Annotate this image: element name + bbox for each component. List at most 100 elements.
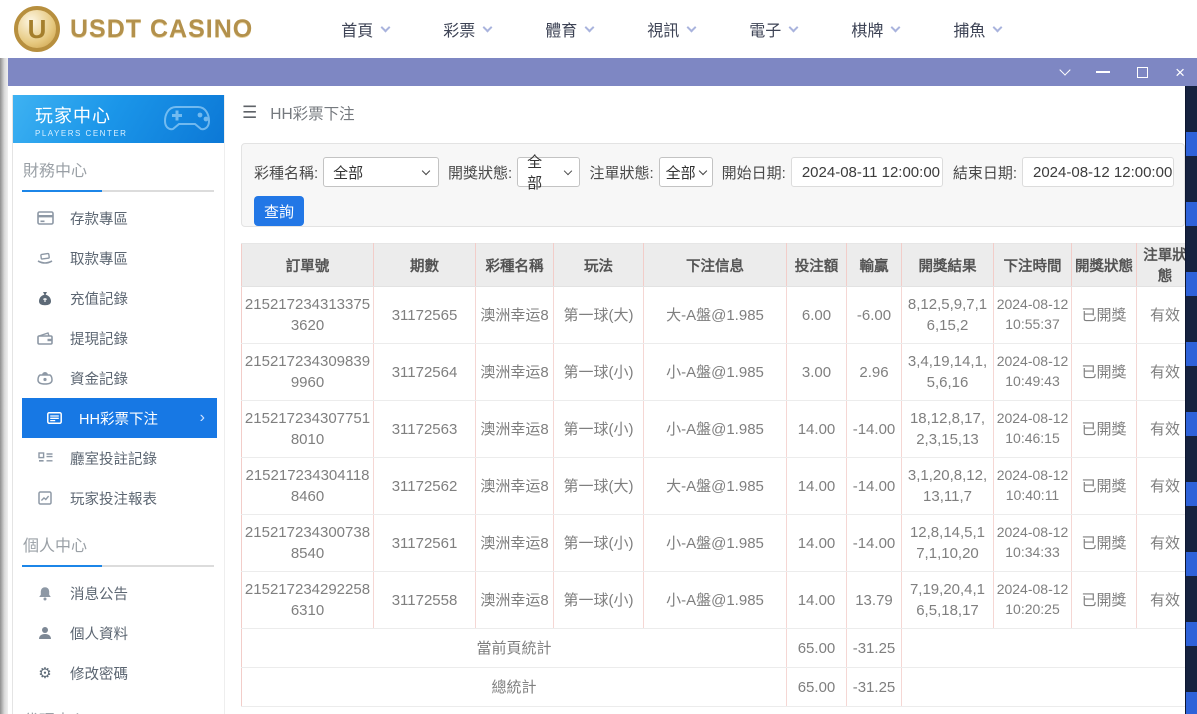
chevron-down-icon [698,166,706,174]
total-summary-row: 總統計 65.00 -31.25 [242,668,1194,707]
draw-status-select[interactable]: 全部 [517,157,580,187]
minimize-icon [1096,71,1110,73]
order-status-select[interactable]: 全部 [659,157,713,187]
sidebar-item-announcements[interactable]: 消息公告 [13,573,224,613]
chevron-down-icon [993,22,1003,32]
window-maximize-button[interactable] [1137,67,1148,78]
sidebar: 玩家中心 PLAYERS CENTER 財務中心 存款專區 取款專區 充值記錄 … [12,95,225,714]
logo-coin-icon: U [14,6,60,52]
col-win-loss: 輸贏 [847,244,902,287]
players-center-window: 玩家中心 PLAYERS CENTER 財務中心 存款專區 取款專區 充值記錄 … [8,86,1197,714]
sidebar-item-deposit[interactable]: 存款專區 [13,198,224,238]
sidebar-item-withdrawal-records[interactable]: 提現記錄 [13,318,224,358]
usdt-casino-logo: U USDT CASINO [14,6,253,52]
sidebar-item-hh-lottery-bets[interactable]: HH彩票下注 › [22,398,217,438]
deposit-card-icon [36,211,54,225]
table-row: 215217234307751801031172563澳洲幸运8第一球(小)小-… [242,401,1194,458]
lottery-bet-icon [45,412,63,424]
room-bet-record-icon [36,452,54,465]
chevron-down-icon [585,22,595,32]
sidebar-item-change-password[interactable]: ⚙ 修改密碼 [13,653,224,693]
sidebar-item-withdraw[interactable]: 取款專區 [13,238,224,278]
col-play-type: 玩法 [554,244,644,287]
col-draw-result: 開獎結果 [902,244,994,287]
page-edge-strip [0,58,8,714]
nav-item-fishing[interactable]: 捕魚 [953,17,1001,41]
window-minimize-button[interactable] [1096,71,1110,73]
nav-item-lottery[interactable]: 彩票 [443,17,491,41]
bell-icon [36,586,54,601]
col-bet-amount: 投注額 [787,244,847,287]
chevron-down-icon [422,166,430,174]
main-content: ☰ HH彩票下注 彩種名稱: 全部 開獎狀態: 全部 注單狀態: 全部 開始日期… [233,86,1185,714]
breadcrumb: ☰ HH彩票下注 [233,86,1185,124]
logo-monogram: U [28,14,47,45]
chevron-down-icon [687,22,697,32]
table-header-row: 訂單號 期數 彩種名稱 玩法 下注信息 投注額 輸贏 開獎結果 下注時間 開獎狀… [242,244,1194,287]
bets-table: 訂單號 期數 彩種名稱 玩法 下注信息 投注額 輸贏 開獎結果 下注時間 開獎狀… [241,243,1194,707]
nav-item-chess[interactable]: 棋牌 [851,17,899,41]
filter-panel: 彩種名稱: 全部 開獎狀態: 全部 注單狀態: 全部 開始日期: 2024-08… [241,143,1185,227]
sidebar-item-fund-records[interactable]: 資金記錄 [13,358,224,398]
page-title: HH彩票下注 [270,102,354,124]
page-summary-bet: 65.00 [787,629,847,668]
table-row: 215217234309839996031172564澳洲幸运8第一球(小)小-… [242,344,1194,401]
nav-item-video[interactable]: 視訊 [647,17,695,41]
close-icon: × [1175,63,1185,82]
sidebar-section-agent: 代理中心 [13,693,224,714]
chevron-right-icon: › [200,409,205,427]
col-order-no: 訂單號 [242,244,374,287]
table-row: 215217234300738854031172561澳洲幸运8第一球(小)小-… [242,515,1194,572]
vertical-scrollbar[interactable] [1185,86,1197,714]
sidebar-header: 玩家中心 PLAYERS CENTER [13,95,224,143]
nav-item-electronic[interactable]: 電子 [749,17,797,41]
sidebar-item-profile[interactable]: 個人資料 [13,613,224,653]
start-date-label: 開始日期: [722,162,786,183]
window-close-button[interactable]: × [1175,64,1185,81]
withdraw-hand-icon [36,252,54,265]
hamburger-menu-icon[interactable]: ☰ [242,103,257,123]
main-nav: 首頁 彩票 體育 視訊 電子 棋牌 捕魚 [341,17,1055,41]
start-date-input[interactable]: 2024-08-11 12:00:00 [791,157,943,187]
col-draw-status: 開獎狀態 [1072,244,1137,287]
top-navigation-bar: U USDT CASINO 首頁 彩票 體育 視訊 電子 棋牌 捕魚 [0,0,1197,58]
section-divider [22,565,214,567]
end-date-label: 結束日期: [953,162,1017,183]
table-row: 215217234304118846031172562澳洲幸运8第一球(大)大-… [242,458,1194,515]
lottery-name-label: 彩種名稱: [254,162,318,183]
person-icon [36,626,54,640]
page-summary-label: 當前頁統計 [242,629,787,668]
nav-item-sports[interactable]: 體育 [545,17,593,41]
draw-status-label: 開獎狀態: [448,162,512,183]
sidebar-item-player-bet-report[interactable]: 玩家投注報表 [13,478,224,518]
sidebar-item-room-bet-records[interactable]: 廳室投註記錄 [13,438,224,478]
logo-text: USDT CASINO [70,15,253,44]
sidebar-section-finance: 財務中心 [13,143,224,190]
gear-icon: ⚙ [36,666,54,681]
chevron-down-icon [789,22,799,32]
chevron-down-icon [563,166,571,174]
chevron-down-icon [891,22,901,32]
page-summary-winloss: -31.25 [847,629,902,668]
sidebar-section-personal: 個人中心 [13,518,224,565]
order-status-label: 注單狀態: [589,162,653,183]
col-lottery-name: 彩種名稱 [476,244,554,287]
nav-item-home[interactable]: 首頁 [341,17,389,41]
table-row: 215217234313375362031172565澳洲幸运8第一球(大)大-… [242,287,1194,344]
col-period: 期數 [374,244,476,287]
window-titlebar: × [8,58,1197,86]
page-summary-row: 當前頁統計 65.00 -31.25 [242,629,1194,668]
section-divider [22,190,214,192]
col-bet-info: 下注信息 [644,244,787,287]
withdrawal-wallet-icon [36,332,54,345]
funds-purse-icon [36,371,54,385]
end-date-input[interactable]: 2024-08-12 12:00:00 [1022,157,1174,187]
lottery-name-select[interactable]: 全部 [323,157,439,187]
search-button[interactable]: 查詢 [254,196,304,226]
col-bet-time: 下注時間 [994,244,1072,287]
recharge-moneybag-icon [36,291,54,306]
player-report-icon [36,491,54,505]
sidebar-item-recharge-records[interactable]: 充值記錄 [13,278,224,318]
gamepad-icon [162,101,216,135]
window-collapse-button[interactable] [1061,70,1069,74]
